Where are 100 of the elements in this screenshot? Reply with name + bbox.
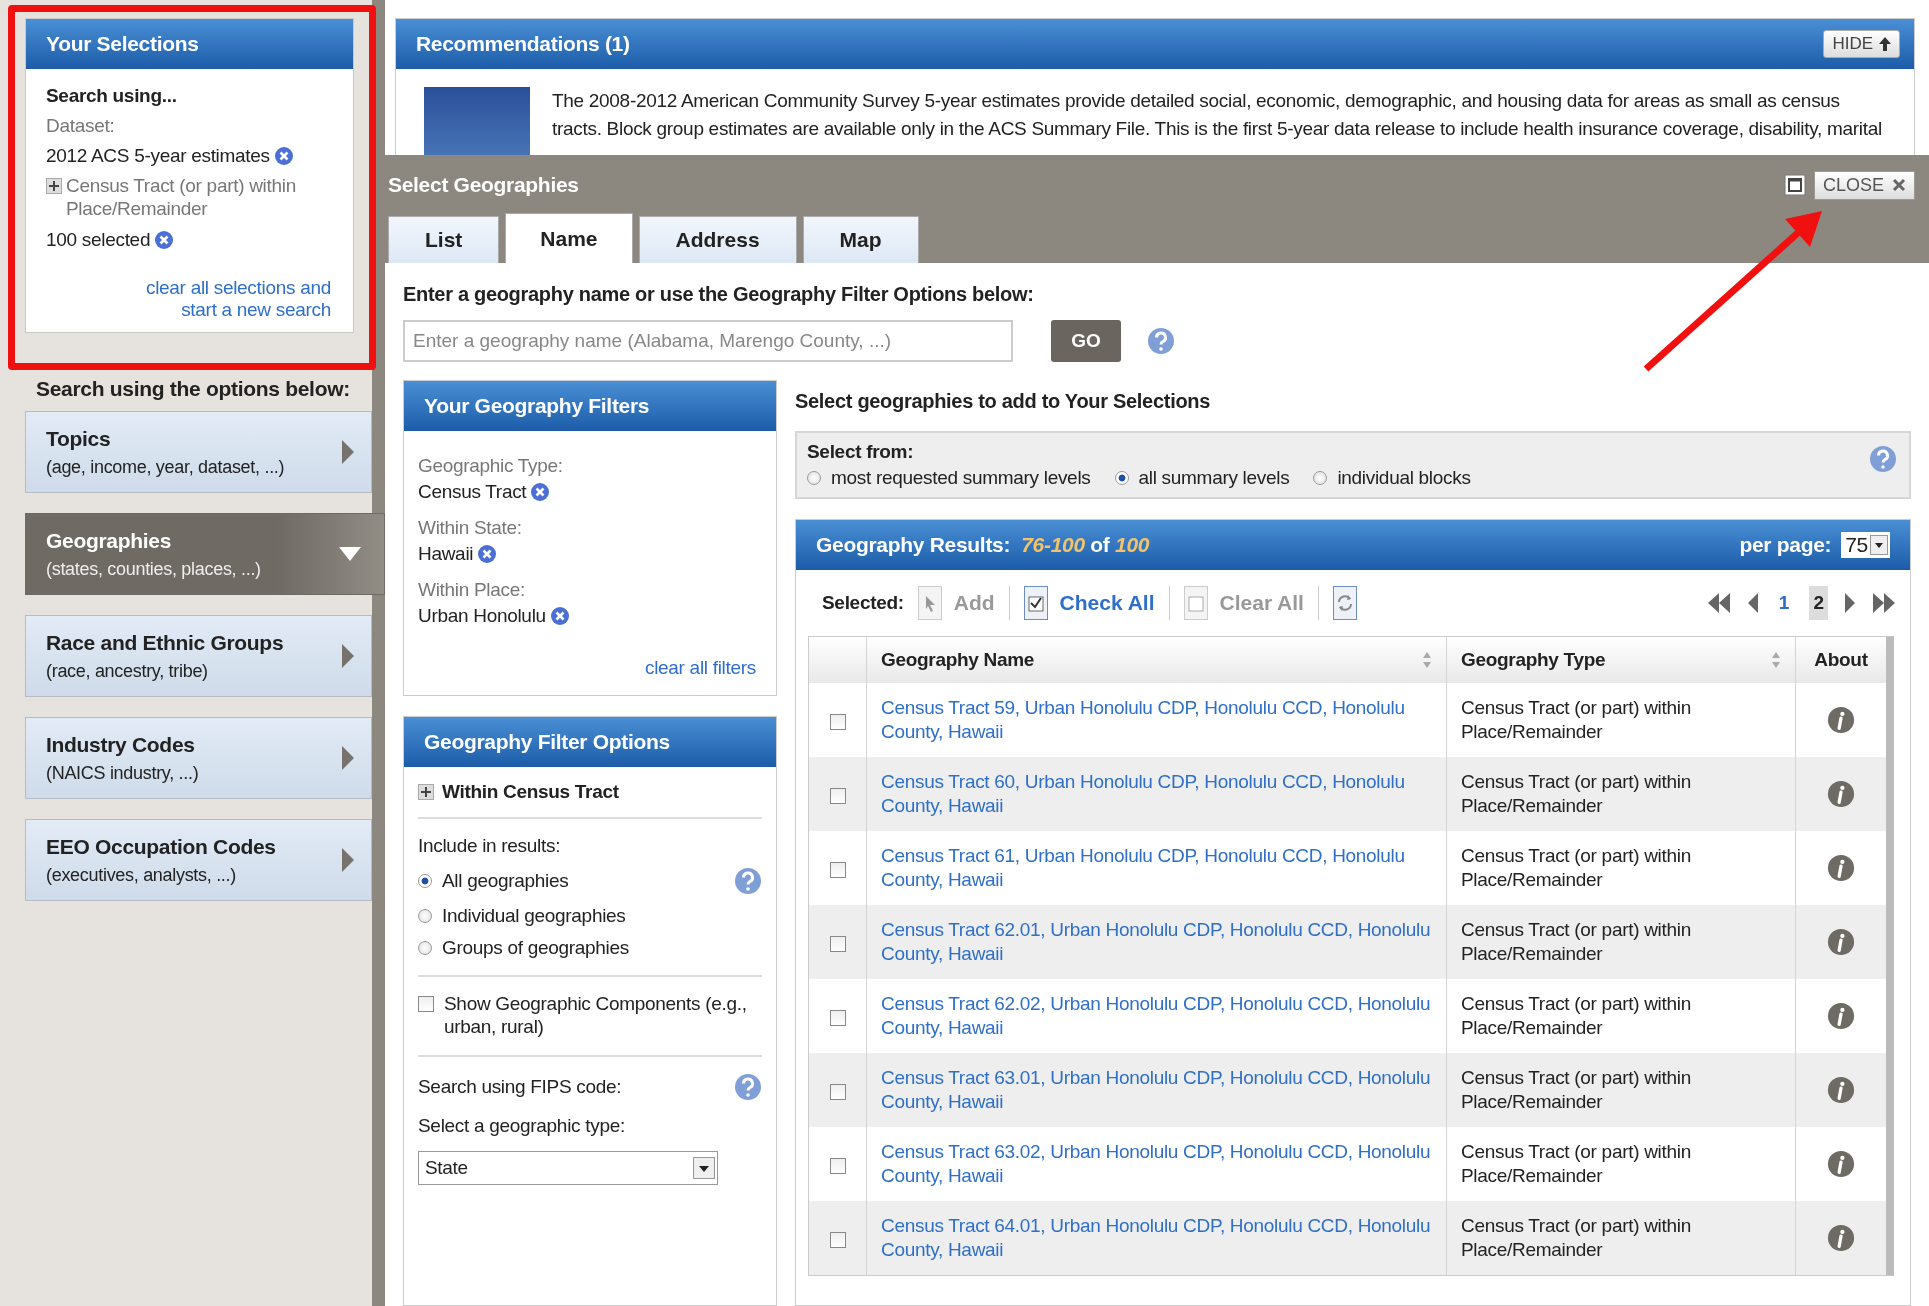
check-all-button[interactable]: Check All — [1023, 586, 1155, 620]
filter-label: Within Place: — [418, 579, 526, 601]
radio-option[interactable]: Groups of geographies — [418, 937, 629, 959]
expand-icon[interactable] — [46, 178, 62, 194]
geography-link[interactable]: Census Tract 64.01, Urban Honolulu CDP, Honolulu CCD, Honolulu County, Hawaii — [881, 1214, 1432, 1262]
sidebar-item[interactable]: Race and Ethnic Groups (race, ancestry, tribe) — [25, 615, 372, 698]
help-icon[interactable] — [734, 1072, 762, 1101]
sidebar-item[interactable]: Geographies (states, counties, places, ...) — [25, 513, 385, 596]
row-checkbox[interactable] — [829, 1157, 846, 1174]
dialog-title: Select Geographies — [388, 173, 579, 197]
per-page-label: per page: — [1739, 533, 1832, 557]
info-icon[interactable] — [1827, 780, 1855, 808]
geographic-type-dropdown[interactable]: State — [418, 1150, 718, 1185]
last-page-icon[interactable] — [1872, 592, 1896, 614]
field-label: Select a geographic type: — [418, 1114, 625, 1137]
remove-icon[interactable] — [549, 606, 570, 626]
field-label: Select from: — [807, 441, 914, 463]
clear-selections-link[interactable]: clear all selections and start a new search — [141, 276, 331, 323]
filter-value: Urban Honolulu — [418, 605, 546, 627]
panel-title: Your Selections — [46, 32, 199, 56]
checkbox-icon — [1183, 586, 1208, 620]
maximize-icon[interactable] — [1783, 174, 1806, 196]
info-icon[interactable] — [1827, 1002, 1855, 1030]
tab[interactable]: Name — [505, 213, 633, 263]
geography-link[interactable]: Census Tract 63.02, Urban Honolulu CDP, Honolulu CCD, Honolulu County, Hawaii — [881, 1140, 1432, 1188]
row-checkbox[interactable] — [829, 1009, 846, 1026]
geography-link[interactable]: Census Tract 59, Urban Honolulu CDP, Honolulu CCD, Honolulu County, Hawaii — [881, 696, 1432, 744]
table-cell-text: Census Tract (or part) within Place/Remainder — [1461, 992, 1692, 1040]
sidebar-item[interactable]: Industry Codes (NAICS industry, ...) — [25, 717, 372, 800]
page-button[interactable]: 1 — [1774, 586, 1794, 620]
hide-button[interactable]: HIDE — [1823, 30, 1900, 58]
caret-right-icon — [341, 439, 355, 466]
caret-right-icon — [341, 745, 355, 772]
table-cell-text: Census Tract (or part) within Place/Remainder — [1461, 1066, 1692, 1114]
panel-title: Geography Filter Options — [424, 730, 670, 754]
info-icon[interactable] — [1827, 1076, 1855, 1104]
info-icon[interactable] — [1827, 928, 1855, 956]
first-page-icon[interactable] — [1706, 592, 1731, 614]
geography-link[interactable]: Census Tract 63.01, Urban Honolulu CDP, Honolulu CCD, Honolulu County, Hawaii — [881, 1066, 1432, 1114]
tab[interactable]: List — [388, 216, 500, 263]
remove-icon[interactable] — [154, 229, 175, 250]
sort-icon — [1422, 651, 1432, 669]
section-heading: Search using... — [46, 85, 178, 107]
checkbox-icon — [1023, 586, 1048, 620]
help-icon[interactable] — [1869, 445, 1897, 473]
info-icon[interactable] — [1827, 1150, 1855, 1178]
radio-option[interactable]: individual blocks — [1313, 467, 1471, 489]
column-header[interactable]: Geography Name — [867, 637, 1447, 683]
section-heading: Search using the options below: — [35, 376, 351, 403]
tab[interactable]: Map — [802, 216, 919, 263]
info-icon[interactable] — [1827, 706, 1855, 734]
refresh-icon[interactable] — [1332, 586, 1357, 620]
geography-link[interactable]: Census Tract 62.01, Urban Honolulu CDP, Honolulu CCD, Honolulu County, Hawaii — [881, 918, 1432, 966]
panel-title: Your Geography Filters — [424, 394, 650, 418]
remove-icon[interactable] — [477, 544, 498, 564]
row-checkbox[interactable] — [829, 861, 846, 878]
row-checkbox[interactable] — [829, 1231, 846, 1248]
help-icon[interactable] — [734, 867, 762, 895]
geography-link[interactable]: Census Tract 61, Urban Honolulu CDP, Honolulu CCD, Honolulu County, Hawaii — [881, 844, 1432, 892]
page-button[interactable]: 2 — [1809, 586, 1828, 620]
help-icon[interactable] — [1147, 327, 1175, 355]
caret-down-icon — [338, 546, 362, 563]
remove-icon[interactable] — [273, 146, 294, 166]
cursor-icon — [917, 586, 942, 620]
row-checkbox[interactable] — [829, 787, 846, 804]
sidebar-item[interactable]: Topics (age, income, year, dataset, ...) — [25, 411, 372, 494]
filter-value: Hawaii — [418, 543, 474, 565]
geography-link[interactable]: Census Tract 62.02, Urban Honolulu CDP, Honolulu CCD, Honolulu County, Hawaii — [881, 992, 1432, 1040]
previous-page-icon[interactable] — [1746, 592, 1759, 614]
next-page-icon[interactable] — [1844, 592, 1856, 614]
column-header[interactable]: Geography Type — [1447, 637, 1796, 683]
geography-link[interactable]: Census Tract 60, Urban Honolulu CDP, Honolulu CCD, Honolulu County, Hawaii — [881, 770, 1432, 818]
info-icon[interactable] — [1827, 854, 1855, 882]
column-header[interactable]: About — [1796, 637, 1886, 683]
clear-filters-link[interactable]: clear all filters — [644, 657, 756, 678]
table-cell-text: Census Tract (or part) within Place/Remainder — [1461, 1140, 1692, 1188]
sidebar-item[interactable]: EEO Occupation Codes (executives, analysts, ...) — [25, 819, 372, 902]
radio-option[interactable]: most requested summary levels — [807, 467, 1091, 489]
filter-value: Census Tract — [418, 481, 527, 503]
section-title: Within Census Tract — [442, 781, 619, 803]
tab[interactable]: Address — [638, 216, 797, 263]
row-checkbox[interactable] — [829, 1083, 846, 1100]
remove-icon[interactable] — [530, 482, 551, 502]
results-title: Geography Results: 76-100 of 100 — [816, 533, 1150, 557]
row-checkbox[interactable] — [829, 935, 846, 952]
caret-right-icon — [341, 847, 355, 874]
search-prompt: Enter a geography name or use the Geography Filter Options below: — [403, 283, 1035, 306]
radio-option[interactable]: Individual geographies — [418, 905, 626, 927]
close-button[interactable]: CLOSE — [1813, 170, 1915, 200]
search-field[interactable]: Enter a geography name (Alabama, Marengo County, ...) — [403, 320, 1013, 362]
per-page-dropdown[interactable]: 75 — [1841, 532, 1890, 558]
components-checkbox[interactable]: Show Geographic Components (e.g., urban, rural) — [418, 993, 762, 1039]
row-checkbox[interactable] — [829, 713, 846, 730]
radio-option[interactable]: All geographies — [418, 870, 569, 892]
go-button[interactable]: GO — [1051, 320, 1121, 362]
radio-option[interactable]: all summary levels — [1114, 467, 1290, 489]
info-icon[interactable] — [1827, 1224, 1855, 1252]
expand-icon[interactable] — [418, 784, 434, 800]
selected-count: 100 selected — [46, 228, 151, 251]
field-label: Include in results: — [418, 835, 561, 857]
